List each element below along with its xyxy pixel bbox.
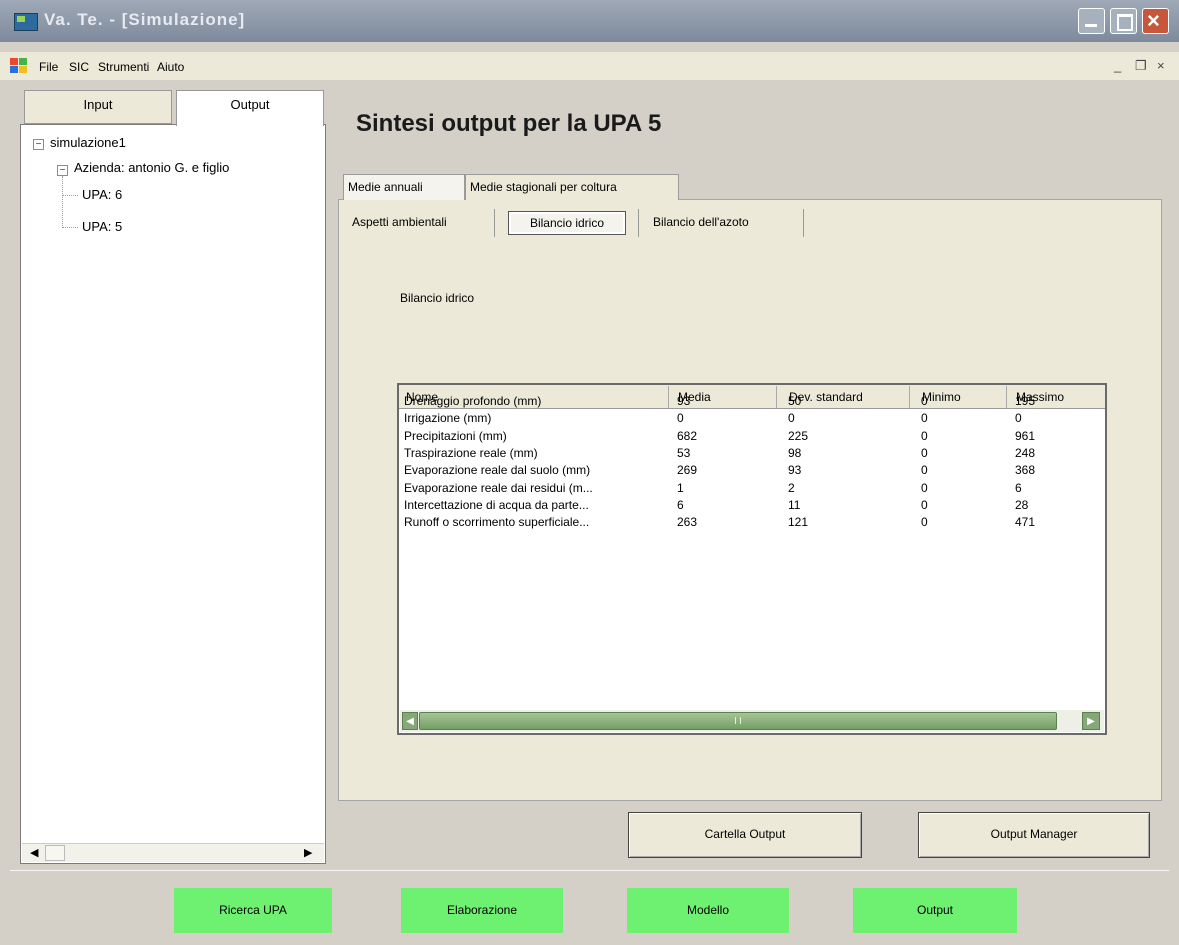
table-cell: 0 [1015, 411, 1022, 426]
table-cell: 28 [1015, 497, 1029, 512]
tree-node-upa-6[interactable]: UPA: 6 [82, 187, 122, 202]
app-icon [14, 13, 38, 31]
table-cell: 0 [788, 411, 795, 426]
minimize-button[interactable] [1078, 8, 1105, 34]
cartella-output-button[interactable]: Cartella Output [628, 812, 862, 858]
table-cell: 263 [677, 515, 698, 530]
table-cell: 98 [788, 445, 802, 460]
table-cell: 248 [1015, 445, 1036, 460]
elaborazione-button[interactable]: Elaborazione [401, 888, 563, 933]
scroll-left-icon[interactable]: ◀ [402, 712, 418, 730]
tab-output[interactable]: Output [176, 90, 324, 126]
scroll-thumb[interactable] [45, 845, 65, 861]
window-title: Va. Te. - [Simulazione] [44, 10, 246, 29]
tree-line [62, 227, 78, 228]
table-cell: Runoff o scorrimento superficiale... [404, 515, 590, 530]
subtab-bilancio-idrico[interactable]: Bilancio idrico [508, 211, 626, 235]
subtab-bilancio-azoto[interactable]: Bilancio dell'azoto [653, 211, 749, 235]
tree-node-azienda[interactable]: Azienda: antonio G. e figlio [74, 160, 229, 175]
mdi-close-icon[interactable]: × [1157, 58, 1165, 73]
tab-medie-annuali[interactable]: Medie annuali [343, 174, 465, 200]
table-cell: 682 [677, 428, 698, 443]
table-cell: 11 [788, 497, 801, 512]
table-cell: 0 [921, 411, 928, 426]
column-separator[interactable] [668, 386, 669, 408]
document-icon [10, 58, 28, 74]
table-cell: 225 [788, 428, 809, 443]
tree-node-simulation[interactable]: simulazione1 [50, 135, 126, 150]
scroll-right-icon[interactable]: ▶ [1082, 712, 1100, 730]
collapse-icon[interactable]: − [57, 165, 68, 176]
table-cell: Irrigazione (mm) [404, 411, 492, 426]
table-cell: 6 [1015, 480, 1022, 495]
table-cell: 471 [1015, 515, 1036, 530]
table-cell: 93 [677, 394, 691, 408]
table-cell: 195 [1015, 394, 1036, 408]
table-cell: 2 [788, 480, 795, 495]
table-cell: 0 [921, 428, 928, 443]
table-cell: Evaporazione reale dai residui (m... [404, 480, 593, 495]
column-separator[interactable] [776, 386, 777, 408]
subtab-separator [803, 209, 804, 237]
ricerca-upa-button[interactable]: Ricerca UPA [174, 888, 332, 933]
table-cell: 121 [788, 515, 809, 530]
output-button[interactable]: Output [853, 888, 1017, 933]
section-label: Bilancio idrico [400, 291, 475, 305]
subtab-separator [494, 209, 495, 237]
close-button[interactable]: × [1142, 8, 1169, 34]
table-cell: Precipitazioni (mm) [404, 428, 507, 443]
subtab-separator [638, 209, 639, 237]
tree-line [62, 176, 63, 228]
tree-line [62, 195, 78, 196]
table-cell: 50 [788, 394, 802, 408]
table-cell: 93 [788, 463, 802, 478]
tree-view[interactable] [20, 124, 326, 864]
page-title: Sintesi output per la UPA 5 [356, 110, 662, 137]
table-cell: 0 [921, 497, 928, 512]
table-cell: 6 [677, 497, 684, 512]
modello-button[interactable]: Modello [627, 888, 789, 933]
subtab-aspetti-ambientali[interactable]: Aspetti ambientali [352, 211, 447, 235]
maximize-button[interactable] [1110, 8, 1137, 34]
tree-horizontal-scrollbar[interactable] [22, 843, 324, 862]
table-cell: 269 [677, 463, 698, 478]
table-cell: 368 [1015, 463, 1036, 478]
column-separator[interactable] [909, 386, 910, 408]
table-cell: Intercettazione di acqua da parte... [404, 497, 589, 512]
scroll-right-icon[interactable]: ▶ [304, 846, 312, 859]
menu-strumenti[interactable]: Strumenti [98, 60, 149, 74]
table-cell: Drenaggio profondo (mm) [404, 394, 542, 408]
close-icon: × [1147, 8, 1160, 33]
scroll-left-icon[interactable]: ◀ [30, 846, 38, 859]
maximize-icon [1117, 14, 1133, 31]
table-cell: 0 [921, 445, 928, 460]
table-cell: Evaporazione reale dal suolo (mm) [404, 463, 591, 478]
menu-file[interactable]: File [39, 60, 58, 74]
table-cell: Traspirazione reale (mm) [404, 445, 538, 460]
collapse-icon[interactable]: − [33, 139, 44, 150]
table-cell: 0 [921, 480, 928, 495]
table-cell: 0 [921, 515, 928, 530]
table-cell: 961 [1015, 428, 1036, 443]
table-cell: 0 [921, 463, 928, 478]
menu-aiuto[interactable]: Aiuto [157, 60, 184, 74]
menu-sic[interactable]: SIC [69, 60, 89, 74]
minimize-icon [1085, 24, 1097, 27]
tree-node-upa-5[interactable]: UPA: 5 [82, 219, 122, 234]
tab-input[interactable]: Input [24, 90, 172, 124]
column-separator[interactable] [1006, 386, 1007, 408]
output-manager-button[interactable]: Output Manager [918, 812, 1150, 858]
scroll-grip-icon [735, 717, 741, 724]
table-cell: 0 [921, 394, 928, 408]
mdi-restore-icon[interactable]: ❐ [1135, 58, 1147, 74]
mdi-minimize-icon[interactable]: _ [1114, 58, 1121, 73]
table-cell: 1 [677, 480, 684, 495]
table-cell: 53 [677, 445, 691, 460]
tab-medie-stagionali[interactable]: Medie stagionali per coltura [465, 174, 679, 200]
table-cell: 0 [677, 411, 684, 426]
